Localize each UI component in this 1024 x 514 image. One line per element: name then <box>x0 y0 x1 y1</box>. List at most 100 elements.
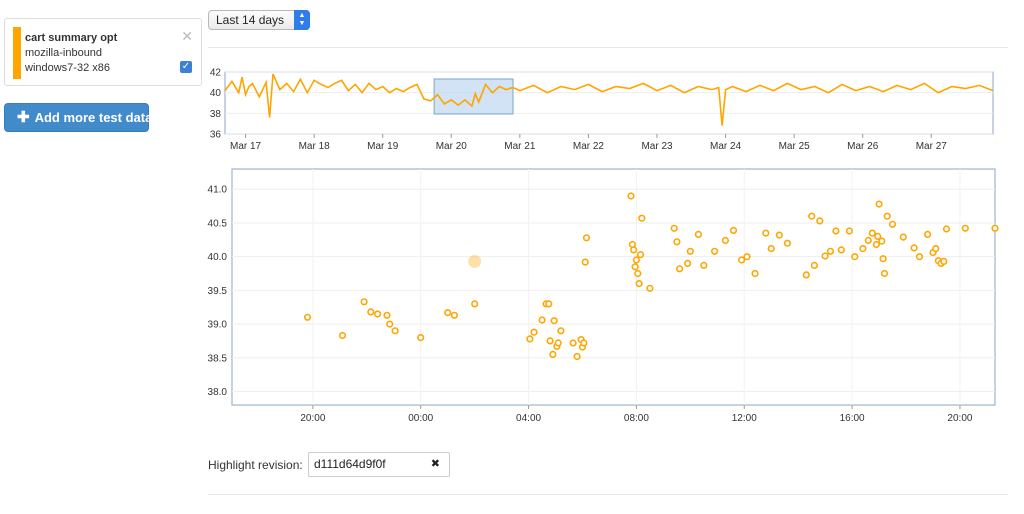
data-point[interactable] <box>675 265 684 273</box>
data-point[interactable] <box>737 256 746 264</box>
data-point[interactable] <box>942 225 951 233</box>
data-point[interactable] <box>673 238 681 246</box>
data-point[interactable] <box>580 339 588 347</box>
data-point[interactable] <box>802 271 810 279</box>
overview-chart[interactable]: 42 40 38 36 Mar 17 Mar 18 Mar 19 Mar 20 Mar 21 M… <box>210 68 994 153</box>
data-point[interactable] <box>961 224 969 232</box>
data-point[interactable] <box>636 251 645 259</box>
data-point[interactable] <box>471 300 479 308</box>
data-point[interactable] <box>450 311 459 319</box>
data-point[interactable] <box>360 298 368 306</box>
overview-x-tick-label: Mar 18 <box>299 141 331 152</box>
data-point[interactable] <box>940 257 948 266</box>
data-point[interactable] <box>868 229 876 237</box>
detail-x-tick-label: 20:00 <box>300 413 325 424</box>
data-point[interactable] <box>751 269 759 278</box>
data-point[interactable] <box>303 313 312 321</box>
data-point[interactable] <box>832 227 840 235</box>
data-point[interactable] <box>582 234 591 242</box>
overview-x-tick-label: Mar 27 <box>916 141 948 152</box>
overview-selection-brush[interactable] <box>433 78 514 115</box>
data-point[interactable] <box>851 253 859 261</box>
highlight-revision-input[interactable]: d111d64d9f0f ✖ <box>308 452 450 477</box>
data-point[interactable] <box>630 246 638 254</box>
data-point[interactable] <box>686 247 694 255</box>
data-point[interactable] <box>767 245 775 253</box>
data-point[interactable] <box>386 320 394 328</box>
data-point[interactable] <box>444 309 452 317</box>
data-point[interactable] <box>554 339 562 347</box>
data-point[interactable] <box>883 212 891 220</box>
data-point[interactable] <box>762 229 770 237</box>
data-point[interactable] <box>546 337 554 345</box>
data-point[interactable] <box>569 339 577 347</box>
data-point[interactable] <box>826 247 835 255</box>
detail-chart[interactable]: 41.0 40.5 40.0 39.5 39.0 38.5 38.0 20:00 00:00 0… <box>208 168 999 424</box>
detail-y-tick-label: 40.0 <box>208 252 228 263</box>
data-point[interactable] <box>670 224 678 232</box>
data-point[interactable] <box>743 253 751 261</box>
data-point[interactable] <box>879 255 887 263</box>
data-point[interactable] <box>932 245 940 253</box>
data-point[interactable] <box>383 311 391 319</box>
data-point[interactable] <box>417 334 425 342</box>
data-point[interactable] <box>632 256 641 264</box>
data-point[interactable] <box>374 310 382 318</box>
data-point[interactable] <box>700 261 708 270</box>
data-point[interactable] <box>530 328 538 336</box>
data-point[interactable] <box>923 230 932 238</box>
data-point[interactable] <box>808 212 816 220</box>
data-point[interactable] <box>367 308 375 316</box>
data-point[interactable] <box>816 217 824 225</box>
data-point[interactable] <box>864 236 872 245</box>
data-point[interactable] <box>557 327 565 335</box>
detail-x-tick-label: 00:00 <box>408 413 433 424</box>
charts-canvas: 42 40 38 36 Mar 17 Mar 18 Mar 19 Mar 20 Mar 21 M… <box>208 68 999 424</box>
data-point[interactable] <box>550 317 558 325</box>
data-point[interactable] <box>729 226 738 234</box>
data-point[interactable] <box>646 284 654 292</box>
data-point[interactable] <box>910 244 918 252</box>
data-point[interactable] <box>526 335 534 343</box>
data-point[interactable] <box>915 253 924 261</box>
data-point[interactable] <box>573 352 581 361</box>
data-point[interactable] <box>549 350 557 359</box>
data-point[interactable] <box>634 269 642 278</box>
data-point[interactable] <box>710 247 719 255</box>
data-point[interactable] <box>538 316 546 324</box>
data-point[interactable] <box>627 192 635 200</box>
data-point[interactable] <box>694 230 703 238</box>
data-point[interactable] <box>391 327 399 335</box>
data-point[interactable] <box>859 245 867 253</box>
data-point[interactable] <box>581 258 589 266</box>
data-point[interactable] <box>837 246 845 254</box>
data-point[interactable] <box>783 239 792 247</box>
clear-revision-icon[interactable]: ✖ <box>431 453 440 476</box>
data-point[interactable] <box>899 233 907 241</box>
highlight-revision-label: Highlight revision: <box>208 458 303 472</box>
data-point[interactable] <box>545 300 553 308</box>
overview-x-tick-label: Mar 21 <box>504 141 536 152</box>
data-point[interactable] <box>775 231 783 239</box>
data-point[interactable] <box>810 261 819 270</box>
data-point[interactable] <box>875 200 883 208</box>
data-point[interactable] <box>721 236 730 245</box>
detail-y-tick-label: 41.0 <box>208 185 228 196</box>
data-point[interactable] <box>338 331 347 340</box>
data-point[interactable] <box>683 259 692 268</box>
detail-x-tick-label: 08:00 <box>624 413 649 424</box>
data-point[interactable] <box>631 263 639 271</box>
detail-y-tick-label: 39.0 <box>208 320 228 331</box>
data-point[interactable] <box>872 240 881 249</box>
data-point[interactable] <box>880 269 889 278</box>
data-point[interactable] <box>878 237 886 245</box>
overview-x-tick-label: Mar 24 <box>710 141 742 152</box>
data-point[interactable] <box>635 280 643 288</box>
data-point[interactable] <box>991 224 999 232</box>
data-point[interactable] <box>638 214 646 222</box>
data-point[interactable] <box>821 252 829 260</box>
overview-x-tick-label: Mar 17 <box>230 141 262 152</box>
data-point[interactable] <box>888 220 897 228</box>
overview-y-tick-label: 38 <box>210 109 222 120</box>
data-point[interactable] <box>845 227 854 235</box>
